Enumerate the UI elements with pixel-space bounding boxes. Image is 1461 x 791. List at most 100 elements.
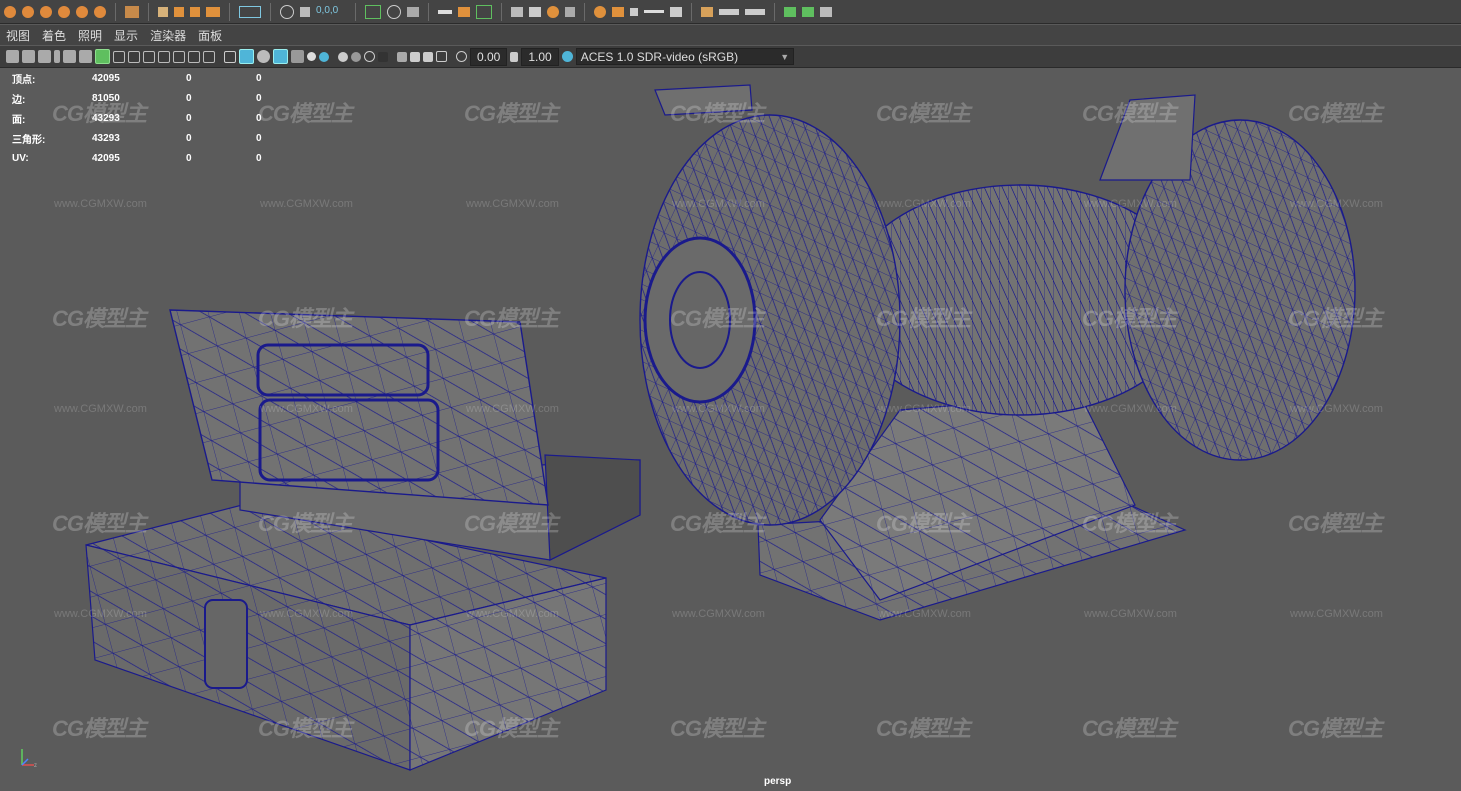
exposure-icon[interactable]: [456, 51, 467, 62]
hud-label: UV:: [12, 152, 29, 164]
wireframe-on-shaded-icon[interactable]: [273, 49, 288, 64]
shelf-tool-icon[interactable]: [701, 6, 713, 17]
shelf-tool-icon[interactable]: 0,0,0: [316, 5, 346, 19]
film-gate-icon[interactable]: [128, 50, 140, 63]
shelf-tool-icon[interactable]: [94, 5, 106, 18]
field-chart-icon[interactable]: [173, 50, 185, 63]
watermark-logo: CG模型主: [1082, 716, 1177, 741]
bookmark-icon[interactable]: [54, 50, 60, 63]
menu-shading[interactable]: 着色: [36, 27, 72, 44]
image-plane-icon[interactable]: [63, 50, 76, 63]
gate-mask-icon[interactable]: [158, 50, 170, 63]
menu-lighting[interactable]: 照明: [72, 27, 108, 44]
shelf-tool-icon[interactable]: [158, 6, 168, 17]
isolate-select-icon[interactable]: [397, 51, 407, 62]
shelf-tool-icon[interactable]: [612, 6, 624, 17]
shelf-tool-icon[interactable]: [745, 8, 765, 15]
watermark-url: www.CGMXW.com: [466, 403, 559, 415]
watermark-logo: CG模型主: [1288, 511, 1383, 536]
textured-icon[interactable]: [291, 50, 304, 63]
smooth-shade-icon[interactable]: [239, 49, 254, 64]
shelf-tool-icon[interactable]: [58, 5, 70, 18]
shelf-tool-icon[interactable]: [511, 6, 523, 17]
watermark-logo: CG模型主: [876, 716, 971, 741]
shelf-tool-icon[interactable]: [365, 4, 381, 19]
shelf-tool-icon[interactable]: [565, 6, 575, 17]
shelf-tool-icon[interactable]: [206, 6, 220, 17]
menu-show[interactable]: 显示: [108, 27, 144, 44]
shelf-tool-icon[interactable]: [407, 6, 419, 17]
shelf-tool-icon[interactable]: [670, 6, 682, 17]
shelf-tool-icon[interactable]: [387, 4, 401, 19]
watermark-url: www.CGMXW.com: [466, 198, 559, 210]
camera-label: persp: [764, 776, 792, 787]
shadows-icon[interactable]: [319, 51, 329, 62]
gamma-field[interactable]: 1.00: [521, 47, 559, 66]
watermark-logo: CG模型主: [52, 101, 147, 126]
shelf-tool-icon[interactable]: [784, 6, 796, 17]
color-management-icon[interactable]: [561, 51, 573, 62]
camera-attributes-icon[interactable]: [38, 50, 51, 63]
camera-lock-icon[interactable]: [22, 50, 35, 63]
safe-title-icon[interactable]: [203, 50, 215, 63]
watermark-logo: CG模型主: [876, 511, 971, 536]
watermark-logo: CG模型主: [670, 101, 765, 126]
shelf-tool-icon[interactable]: [476, 4, 492, 19]
menu-panels[interactable]: 面板: [192, 27, 228, 44]
safe-action-icon[interactable]: [188, 50, 200, 63]
shelf-tool-icon[interactable]: [630, 7, 638, 16]
watermark-logo: CG模型主: [258, 101, 353, 126]
shelf-tool-icon[interactable]: [529, 6, 541, 17]
two-d-pan-icon[interactable]: [79, 50, 92, 63]
screen-space-ao-icon[interactable]: [338, 51, 348, 62]
shelf-tool-icon[interactable]: [4, 5, 16, 18]
watermark-logo: CG模型主: [52, 716, 147, 741]
watermark-url: www.CGMXW.com: [672, 403, 765, 415]
shelf-tool-icon[interactable]: [719, 8, 739, 15]
gamma-icon[interactable]: [510, 51, 519, 62]
backface-culling-icon[interactable]: [436, 51, 447, 62]
shelf-tool-icon[interactable]: [22, 5, 34, 18]
shelf-tool-icon[interactable]: [174, 6, 184, 17]
shelf-tool-icon[interactable]: [820, 6, 832, 17]
grease-pencil-icon[interactable]: [95, 49, 110, 64]
camera-select-icon[interactable]: [6, 50, 19, 63]
motion-blur-icon[interactable]: [351, 51, 361, 62]
watermark-logo: CG模型主: [464, 716, 559, 741]
shelf-tool-icon[interactable]: [190, 6, 200, 17]
menu-view[interactable]: 视图: [0, 27, 36, 44]
resolution-gate-icon[interactable]: [143, 50, 155, 63]
shelf-tool-icon[interactable]: [594, 5, 606, 18]
hud-label: 顶点:: [12, 74, 36, 86]
use-all-lights-icon[interactable]: [307, 52, 316, 61]
depth-of-field-icon[interactable]: [378, 51, 388, 62]
color-space-dropdown[interactable]: ACES 1.0 SDR-video (sRGB) ▼: [575, 48, 794, 65]
watermark-logo: CG模型主: [1082, 306, 1177, 331]
shelf-tool-icon[interactable]: [438, 9, 452, 14]
shelf-tool-icon[interactable]: [280, 4, 294, 19]
color-space-value: ACES 1.0 SDR-video (sRGB): [580, 49, 739, 64]
shelf-separator: [148, 2, 149, 21]
anti-aliasing-icon[interactable]: [364, 51, 375, 62]
shelf-tool-icon[interactable]: [458, 6, 470, 17]
watermark-logo: CG模型主: [876, 306, 971, 331]
default-material-icon[interactable]: [257, 50, 270, 63]
grid-icon[interactable]: [113, 50, 125, 63]
exposure-field[interactable]: 0.00: [470, 47, 508, 66]
shelf-tool-icon[interactable]: [76, 5, 88, 18]
menu-renderer[interactable]: 渲染器: [144, 27, 192, 44]
shelf-tool-icon[interactable]: [300, 6, 310, 17]
wireframe-icon[interactable]: [224, 50, 236, 63]
hud-value: 0: [186, 112, 192, 124]
shelf-tool-icon[interactable]: [239, 5, 261, 18]
perspective-viewport[interactable]: 顶点: 42095 0 0 边: 81050 0 0 面: 43293 0 0 …: [0, 68, 1461, 791]
watermark-url: www.CGMXW.com: [54, 403, 147, 415]
xray-icon[interactable]: [410, 51, 420, 62]
shelf-tool-icon[interactable]: [40, 5, 52, 18]
shelf-toolbar: 0,0,0: [0, 0, 1461, 24]
shelf-tool-icon[interactable]: [547, 5, 559, 18]
shelf-tool-icon[interactable]: [644, 10, 664, 13]
shelf-tool-icon[interactable]: [802, 6, 814, 17]
shelf-tool-icon[interactable]: [125, 5, 139, 18]
xray-joints-icon[interactable]: [423, 51, 433, 62]
